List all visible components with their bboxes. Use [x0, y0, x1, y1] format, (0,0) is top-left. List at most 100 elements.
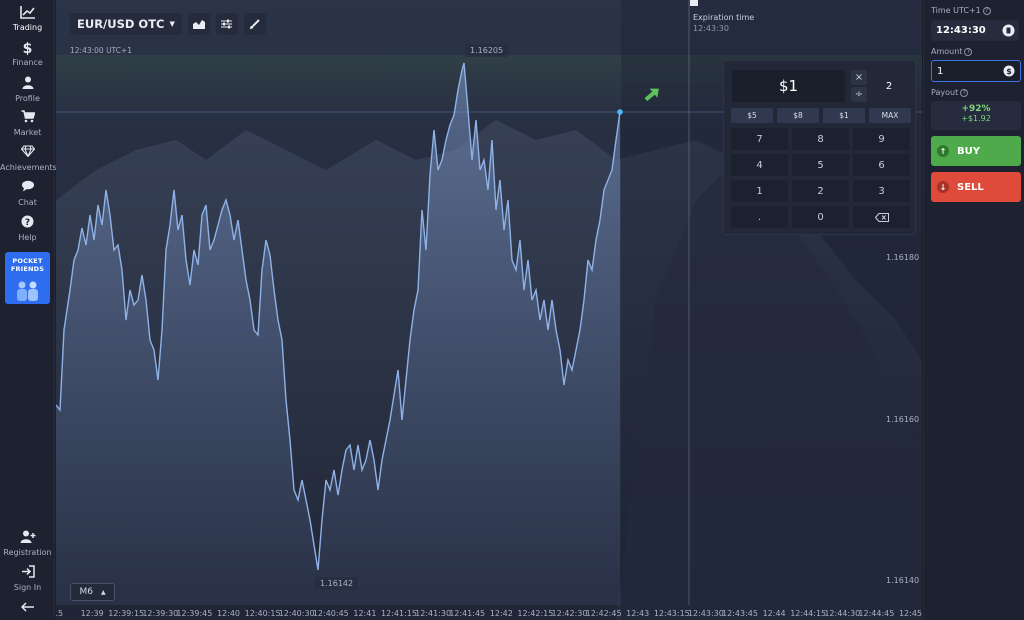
key-0[interactable]: 0: [792, 206, 849, 228]
time-tick: 15: [56, 609, 64, 618]
quick-amount-8-button[interactable]: $8: [777, 108, 819, 123]
dollar-icon: $: [22, 41, 33, 57]
time-tick: 12:40:30: [278, 609, 315, 618]
time-tick: 12:43:30: [687, 609, 724, 618]
help-icon[interactable]: ?: [964, 47, 973, 56]
quick-amount-5-button[interactable]: $5: [731, 108, 773, 123]
amount-input[interactable]: [932, 61, 1002, 81]
amount-label-text: Amount: [931, 47, 963, 56]
payout-label: Payout?: [931, 88, 969, 97]
buy-button[interactable]: ↑ BUY: [931, 136, 1021, 166]
time-tick: 12:40:15: [244, 609, 281, 618]
time-tick: 12:42: [489, 609, 513, 618]
time-tick: 12:40: [216, 609, 241, 618]
payout-label-text: Payout: [931, 88, 959, 97]
help-icon[interactable]: ?: [982, 6, 991, 15]
time-label: Time UTC+1?: [931, 6, 991, 15]
time-tick: 12:44:45: [858, 609, 895, 618]
expiration-time-field[interactable]: 12:43:30: [931, 20, 1019, 41]
help-icon[interactable]: ?: [960, 88, 969, 97]
amount-label: Amount?: [931, 47, 973, 56]
multiply-button[interactable]: ×: [851, 70, 867, 85]
indicators-button[interactable]: [215, 13, 238, 35]
nav-profile-label: Profile: [15, 94, 40, 103]
timeframe-value: M6: [79, 587, 93, 597]
time-toggle-icon[interactable]: [1002, 24, 1015, 37]
timeframe-selector[interactable]: M6 ▲: [70, 583, 115, 601]
nav-finance-label: Finance: [12, 58, 43, 67]
quick-amount-max-button[interactable]: MAX: [869, 108, 911, 123]
pocket-friends-promo[interactable]: POCKET FRIENDS: [5, 252, 50, 304]
low-price-label: 1.16142: [315, 577, 359, 590]
backspace-icon: [874, 212, 889, 222]
key-7[interactable]: 7: [731, 128, 788, 150]
multiplier-value: 2: [885, 80, 893, 92]
expiration-time-label: Expiration time: [693, 13, 755, 22]
nav-trading[interactable]: Trading: [0, 5, 55, 32]
quick-amount-1-button[interactable]: $1: [823, 108, 865, 123]
nav-sign-in[interactable]: Sign In: [0, 565, 55, 592]
payout-percent: +92%: [961, 104, 991, 114]
time-tick: 12:41:30: [415, 609, 452, 618]
time-label-text: Time UTC+1: [931, 6, 981, 15]
nav-market[interactable]: Market: [0, 110, 55, 137]
chart-start-time: 12:43:00 UTC+1: [70, 46, 132, 55]
left-sidebar: Trading $ Finance Profile Market Achieve…: [0, 0, 57, 620]
time-tick: 12:39: [80, 609, 104, 618]
expiration-time-field-value: 12:43:30: [936, 25, 986, 36]
time-tick: 12:45: [898, 609, 922, 618]
chart-toolbar: EUR/USD OTC ▼: [70, 13, 266, 35]
current-price-dot: [617, 109, 623, 115]
nav-chat[interactable]: Chat: [0, 180, 55, 207]
time-tick: 12:39:15: [108, 609, 145, 618]
amount-field[interactable]: $: [931, 60, 1021, 82]
key-decimal[interactable]: .: [731, 206, 788, 228]
nav-profile[interactable]: Profile: [0, 76, 55, 103]
drawing-tools-button[interactable]: [243, 13, 266, 35]
divide-button[interactable]: ÷: [851, 87, 867, 102]
amount-keypad: $1 × ÷ 2 $5 $8 $1 MAX 7 8 9 4 5 6 1 2 3 …: [723, 60, 916, 235]
backspace-button[interactable]: [853, 206, 910, 228]
key-3[interactable]: 3: [853, 180, 910, 202]
user-icon: [0, 76, 55, 94]
expiration-time-value: 12:43:30: [693, 24, 729, 33]
caret-up-icon: ▲: [100, 588, 106, 596]
user-plus-icon: [0, 530, 55, 548]
nav-registration[interactable]: Registration: [0, 530, 55, 557]
time-tick: 12:39:30: [142, 609, 179, 618]
trade-panel: Time UTC+1? 12:43:30 Amount? $ Payout? +…: [923, 0, 1024, 620]
promo-line2: FRIENDS: [10, 265, 45, 273]
nav-market-label: Market: [13, 128, 42, 137]
collapse-sidebar-button[interactable]: [0, 600, 55, 618]
sell-button[interactable]: ↓ SELL: [931, 172, 1021, 202]
sign-in-icon: [0, 565, 55, 583]
key-2[interactable]: 2: [792, 180, 849, 202]
key-9[interactable]: 9: [853, 128, 910, 150]
friends-illustration-icon: [17, 281, 38, 301]
currency-dollar-icon[interactable]: $: [1003, 65, 1015, 77]
help-icon: ?: [0, 215, 55, 233]
nav-chat-label: Chat: [18, 198, 37, 207]
cart-icon: [0, 110, 55, 128]
sliders-icon: [221, 19, 233, 29]
svg-text:?: ?: [25, 218, 30, 228]
price-tick: 1.16180: [886, 253, 920, 262]
time-tick: 12:44:30: [824, 609, 861, 618]
nav-help[interactable]: ? Help: [0, 215, 55, 242]
caret-down-icon: ▼: [169, 20, 175, 28]
nav-achievements[interactable]: Achievements: [0, 145, 57, 172]
time-tick: 12:42:30: [551, 609, 588, 618]
nav-trading-label: Trading: [12, 23, 43, 32]
arrow-down-icon: ↓: [937, 181, 949, 193]
key-5[interactable]: 5: [792, 154, 849, 176]
time-tick: 12:42:15: [517, 609, 554, 618]
key-1[interactable]: 1: [731, 180, 788, 202]
sell-label: SELL: [957, 181, 984, 193]
arrow-left-icon: [0, 600, 55, 618]
chart-type-button[interactable]: [187, 13, 210, 35]
key-6[interactable]: 6: [853, 154, 910, 176]
nav-finance[interactable]: $ Finance: [0, 40, 55, 67]
key-4[interactable]: 4: [731, 154, 788, 176]
key-8[interactable]: 8: [792, 128, 849, 150]
asset-selector[interactable]: EUR/USD OTC ▼: [70, 13, 182, 35]
